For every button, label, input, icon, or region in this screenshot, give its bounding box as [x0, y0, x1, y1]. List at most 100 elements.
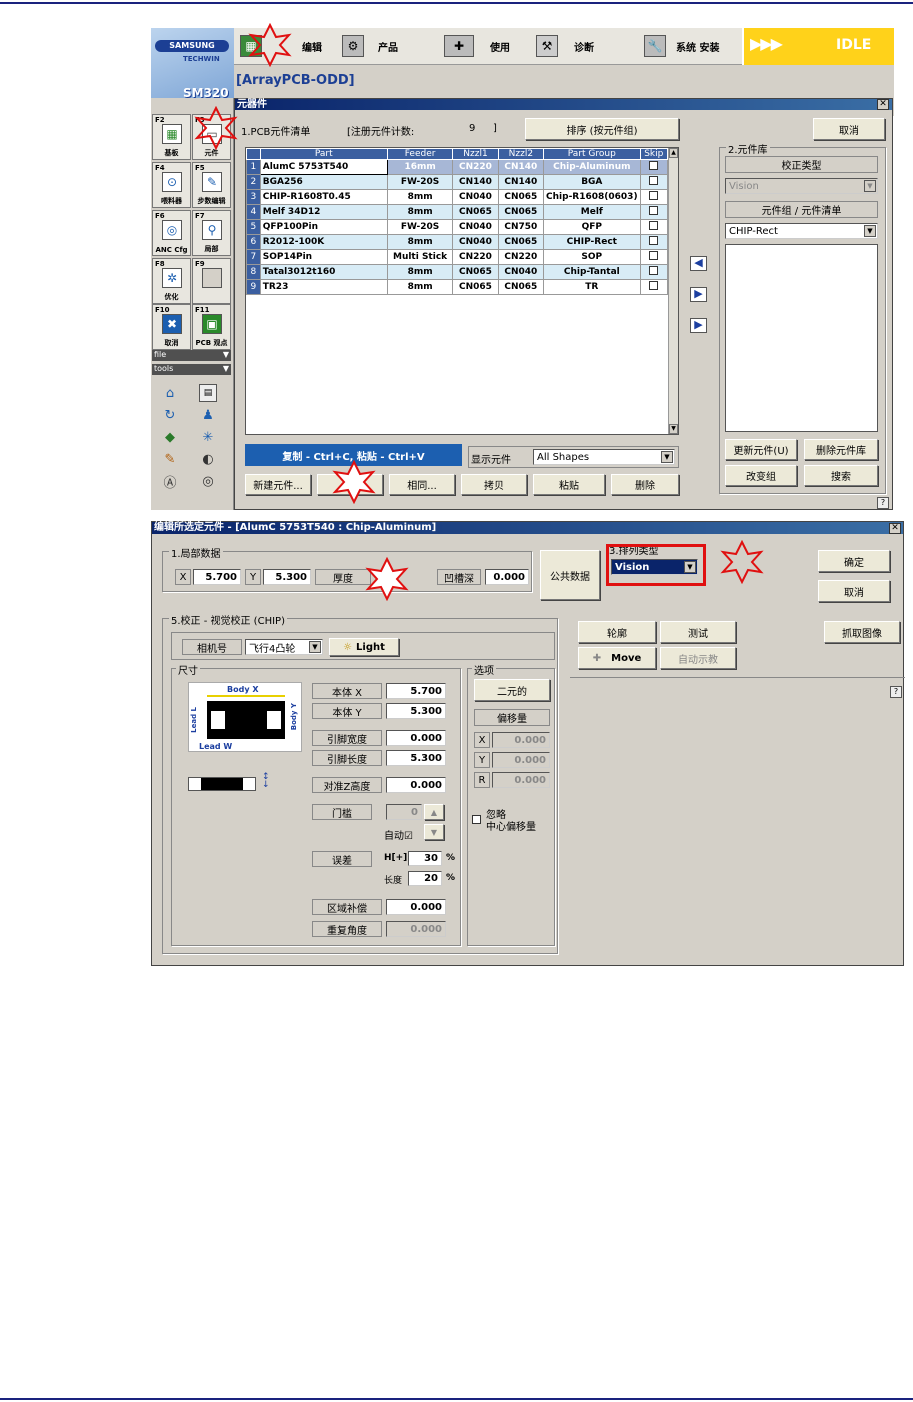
threshold-input[interactable]: 0	[386, 804, 422, 820]
toolbar-use[interactable]: ✚ 使用	[444, 32, 510, 60]
toolbar-system[interactable]: 🔧 系统 安装	[644, 32, 719, 60]
skip-checkbox[interactable]	[649, 161, 659, 170]
library-list[interactable]	[725, 244, 878, 432]
align-z-input[interactable]: 0.000	[386, 777, 446, 793]
skip-cell[interactable]	[639, 279, 669, 295]
same-button[interactable]: 相同...	[389, 474, 455, 495]
copy-button[interactable]: 拷贝	[461, 474, 527, 495]
skip-cell[interactable]	[639, 189, 669, 205]
outline-button[interactable]: 轮廓	[578, 621, 656, 643]
body-x-input[interactable]: 5.700	[386, 683, 446, 699]
column-header[interactable]: Feeder	[386, 148, 454, 160]
fkey-f8[interactable]: F8 ✲ 优化	[152, 258, 191, 304]
test-button[interactable]: 测试	[660, 621, 736, 643]
groove-input[interactable]: 0.000	[485, 569, 529, 585]
fkey-f4[interactable]: F4 ⊙ 喂料器	[152, 162, 191, 208]
board-icon[interactable]: ◆	[161, 428, 179, 446]
fkey-f7[interactable]: F7 ⚲ 局部	[192, 210, 231, 256]
skip-cell[interactable]	[639, 219, 669, 235]
common-data-button[interactable]: 公共数据	[540, 550, 600, 600]
delete-button[interactable]: 删除	[611, 474, 679, 495]
paste-button[interactable]: 粘贴	[533, 474, 605, 495]
auto-teach-button[interactable]: 自动示教	[660, 647, 736, 669]
skip-cell[interactable]	[639, 264, 669, 280]
table-row[interactable]: 6 R2012-100K 8mm CN040 CN065 CHIP-Rect	[246, 234, 669, 250]
group-select[interactable]: CHIP-Rect ▼	[725, 223, 878, 239]
fkey-f11[interactable]: F11 ▣ PCB 观点	[192, 304, 231, 350]
offset-y-input[interactable]: 0.000	[492, 752, 550, 768]
column-header[interactable]: Nzzl2	[497, 148, 545, 160]
auto-checkbox[interactable]: 自动☑	[384, 827, 413, 842]
offset-x-input[interactable]: 0.000	[492, 732, 550, 748]
table-row[interactable]: 4 Melf 34D12 8mm CN065 CN065 Melf	[246, 204, 669, 220]
skip-checkbox[interactable]	[649, 221, 659, 230]
skip-checkbox[interactable]	[649, 281, 659, 290]
column-header[interactable]: Nzzl1	[452, 148, 499, 160]
skip-checkbox[interactable]	[649, 206, 659, 215]
table-row[interactable]: 1 AlumC 5753T540 16mm CN220 CN140 Chip-Alumin…	[246, 159, 669, 175]
y-input[interactable]: 5.300	[263, 569, 311, 585]
show-parts-select[interactable]: All Shapes ▼	[533, 449, 675, 465]
skip-checkbox[interactable]	[649, 191, 659, 200]
delete-library-button[interactable]: 删除元件库	[804, 439, 878, 460]
edit-cancel-button[interactable]: 取消	[818, 580, 890, 602]
file-menu[interactable]: file ▼	[152, 350, 231, 361]
update-part-button[interactable]: 更新元件(U)	[725, 439, 797, 460]
skip-checkbox[interactable]	[649, 176, 659, 185]
table-row[interactable]: 2 BGA256 FW-20S CN140 CN140 BGA	[246, 174, 669, 190]
table-row[interactable]: 3 CHIP-R1608T0.45 8mm CN040 CN065 Chip-R1608(…	[246, 189, 669, 205]
lead-width-input[interactable]: 0.000	[386, 730, 446, 746]
table-row[interactable]: 7 SOP14Pin Multi Stick CN220 CN220 SOP	[246, 249, 669, 265]
table-row[interactable]: 9 TR23 8mm CN065 CN065 TR	[246, 279, 669, 295]
calib-type-select[interactable]: Vision ▼	[725, 178, 878, 194]
parts-help-button[interactable]: ?	[877, 497, 889, 509]
skip-cell[interactable]	[639, 174, 669, 190]
column-header[interactable]: Part	[259, 148, 388, 160]
home-icon[interactable]: ⌂	[161, 384, 179, 402]
table-row[interactable]: 5 QFP100Pin FW-20S CN040 CN750 QFP	[246, 219, 669, 235]
skip-checkbox[interactable]	[649, 236, 659, 245]
fkey-f10[interactable]: F10 ✖ 取消	[152, 304, 191, 350]
edit-window-close-button[interactable]: ✕	[889, 523, 901, 534]
camera-select[interactable]: 飞行4凸轮 ▼	[245, 639, 323, 655]
move-left-arrow-button[interactable]: ◀	[690, 256, 707, 271]
body-y-input[interactable]: 5.300	[386, 703, 446, 719]
repeat-angle-input[interactable]: 0.000	[386, 921, 446, 937]
search-button[interactable]: 搜索	[804, 465, 878, 486]
edit-help-button[interactable]: ?	[890, 686, 902, 698]
binary-button[interactable]: 二元的	[474, 679, 550, 701]
column-header[interactable]	[246, 148, 261, 160]
gauge-icon[interactable]: ◐	[199, 450, 217, 468]
skip-checkbox[interactable]	[649, 251, 659, 260]
x-input[interactable]: 5.700	[193, 569, 241, 585]
align-type-select[interactable]: Vision ▼	[611, 559, 698, 575]
move-right-arrow-button[interactable]: ▶	[690, 287, 707, 302]
ok-button[interactable]: 确定	[818, 550, 890, 572]
column-header[interactable]: Part Group	[543, 148, 641, 160]
sort-button[interactable]: 排序 (按元件组)	[525, 118, 679, 140]
ignore-checkbox[interactable]	[472, 811, 481, 827]
move-button[interactable]: ✚ Move	[578, 647, 656, 669]
table-row[interactable]: 8 Tatal3012t160 8mm CN065 CN040 Chip-Tantal	[246, 264, 669, 280]
move-all-right-arrow-button[interactable]: ▶	[690, 318, 707, 333]
rotate-icon[interactable]: ↻	[161, 406, 179, 424]
toolbar-product[interactable]: ⚙ 产品	[342, 32, 398, 60]
grab-image-button[interactable]: 抓取图像	[824, 621, 900, 643]
fkey-f2[interactable]: F2 ▦ 基板	[152, 114, 191, 160]
calendar-icon[interactable]: ▤	[199, 384, 217, 402]
parts-cancel-button[interactable]: 取消	[813, 118, 885, 140]
threshold-down-button[interactable]: ▼	[424, 824, 444, 840]
skip-cell[interactable]	[639, 249, 669, 265]
auto-icon[interactable]: Ⓐ	[161, 472, 179, 491]
tool-icon[interactable]: ✎	[161, 450, 179, 468]
lead-length-input[interactable]: 5.300	[386, 750, 446, 766]
camera-icon[interactable]: ◎	[199, 472, 217, 490]
new-part-button[interactable]: 新建元件...	[245, 474, 311, 495]
axis-icon[interactable]: ✳	[199, 428, 217, 446]
parts-table-scrollbar[interactable]: ▲ ▼	[668, 148, 678, 434]
skip-cell[interactable]	[639, 234, 669, 250]
area-comp-input[interactable]: 0.000	[386, 899, 446, 915]
error-h-input[interactable]: 30	[408, 851, 442, 866]
column-header[interactable]: Skip	[639, 148, 669, 160]
fkey-f5[interactable]: F5 ✎ 步数编辑	[192, 162, 231, 208]
